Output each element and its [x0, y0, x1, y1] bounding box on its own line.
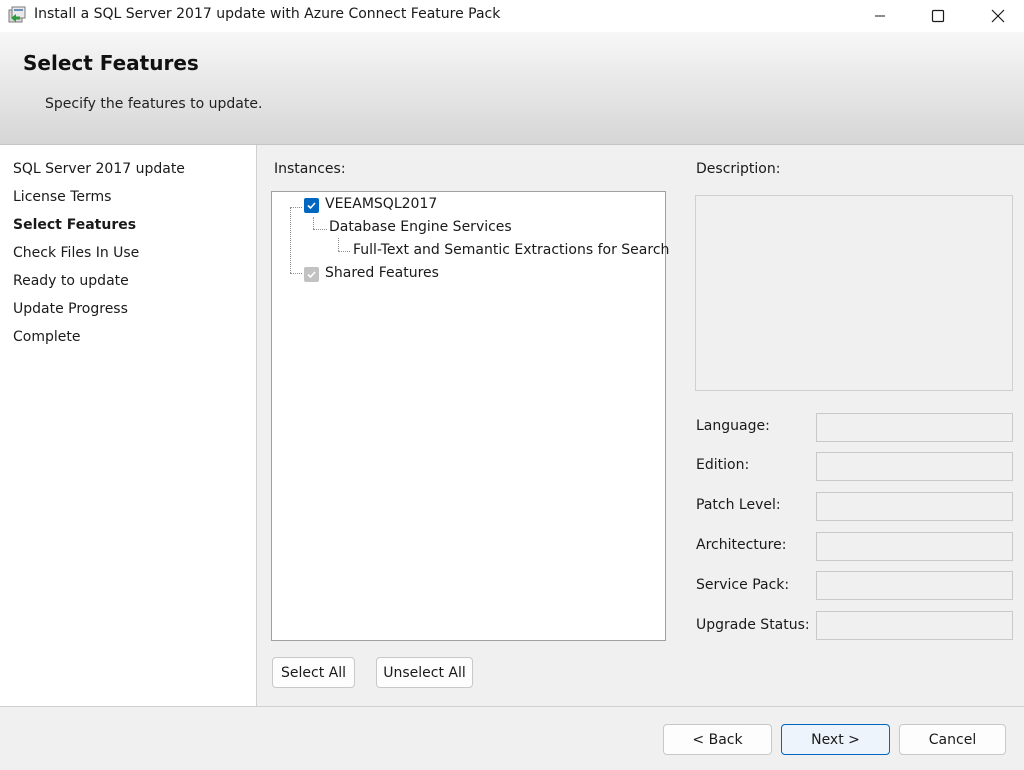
upgrade-status-field — [816, 611, 1013, 640]
description-label: Description: — [696, 161, 781, 177]
description-box — [695, 195, 1013, 391]
tree-item-shared-features[interactable]: Shared Features — [325, 265, 439, 281]
instances-label: Instances: — [274, 161, 346, 177]
shared-features-checkbox — [304, 267, 319, 282]
maximize-icon — [931, 9, 945, 23]
checkmark-icon — [307, 271, 316, 279]
minimize-button[interactable] — [850, 0, 910, 32]
language-label: Language: — [696, 418, 770, 434]
upgrade-status-label: Upgrade Status: — [696, 617, 810, 633]
close-icon — [991, 9, 1005, 23]
tree-connector — [338, 238, 339, 251]
architecture-field — [816, 532, 1013, 561]
tree-connector — [290, 207, 291, 273]
veeamsql2017-checkbox[interactable] — [304, 198, 319, 213]
cancel-button[interactable]: Cancel — [899, 724, 1006, 755]
step-check-files[interactable]: Check Files In Use — [13, 245, 139, 261]
step-sql-server-update[interactable]: SQL Server 2017 update — [13, 161, 185, 177]
tree-connector — [338, 251, 350, 252]
next-button[interactable]: Next > — [781, 724, 890, 755]
tree-connector — [290, 207, 302, 208]
edition-label: Edition: — [696, 457, 750, 473]
step-complete[interactable]: Complete — [13, 329, 80, 345]
tree-connector — [313, 229, 327, 230]
patch-level-field — [816, 492, 1013, 521]
page-title: Select Features — [23, 51, 199, 75]
service-pack-field — [816, 571, 1013, 600]
edition-field — [816, 452, 1013, 481]
page-header: Select Features Specify the features to … — [0, 32, 1024, 145]
back-button[interactable]: < Back — [663, 724, 772, 755]
step-ready-to-update[interactable]: Ready to update — [13, 273, 129, 289]
tree-item-full-text-search[interactable]: Full-Text and Semantic Extractions for S… — [353, 242, 669, 258]
architecture-label: Architecture: — [696, 537, 787, 553]
service-pack-label: Service Pack: — [696, 577, 790, 593]
minimize-icon — [875, 15, 885, 17]
tree-item-database-engine[interactable]: Database Engine Services — [329, 219, 512, 235]
step-update-progress[interactable]: Update Progress — [13, 301, 128, 317]
wizard-steps: SQL Server 2017 update License Terms Sel… — [0, 145, 257, 706]
title-bar: Install a SQL Server 2017 update with Az… — [0, 0, 1024, 32]
patch-level-label: Patch Level: — [696, 497, 781, 513]
maximize-button[interactable] — [908, 0, 968, 32]
language-field — [816, 413, 1013, 442]
window-title: Install a SQL Server 2017 update with Az… — [34, 6, 501, 22]
step-license-terms[interactable]: License Terms — [13, 189, 111, 205]
checkmark-icon — [307, 202, 316, 210]
tree-connector — [313, 217, 314, 229]
select-all-button[interactable]: Select All — [272, 657, 355, 688]
instances-tree[interactable]: VEEAMSQL2017 Database Engine Services Fu… — [271, 191, 669, 641]
tree-item-veeamsql2017[interactable]: VEEAMSQL2017 — [325, 196, 437, 212]
page-subtitle: Specify the features to update. — [45, 96, 263, 112]
setup-app-icon — [7, 5, 27, 25]
unselect-all-button[interactable]: Unselect All — [376, 657, 473, 688]
step-select-features[interactable]: Select Features — [13, 217, 136, 233]
tree-connector — [290, 273, 302, 274]
close-button[interactable] — [968, 0, 1024, 32]
